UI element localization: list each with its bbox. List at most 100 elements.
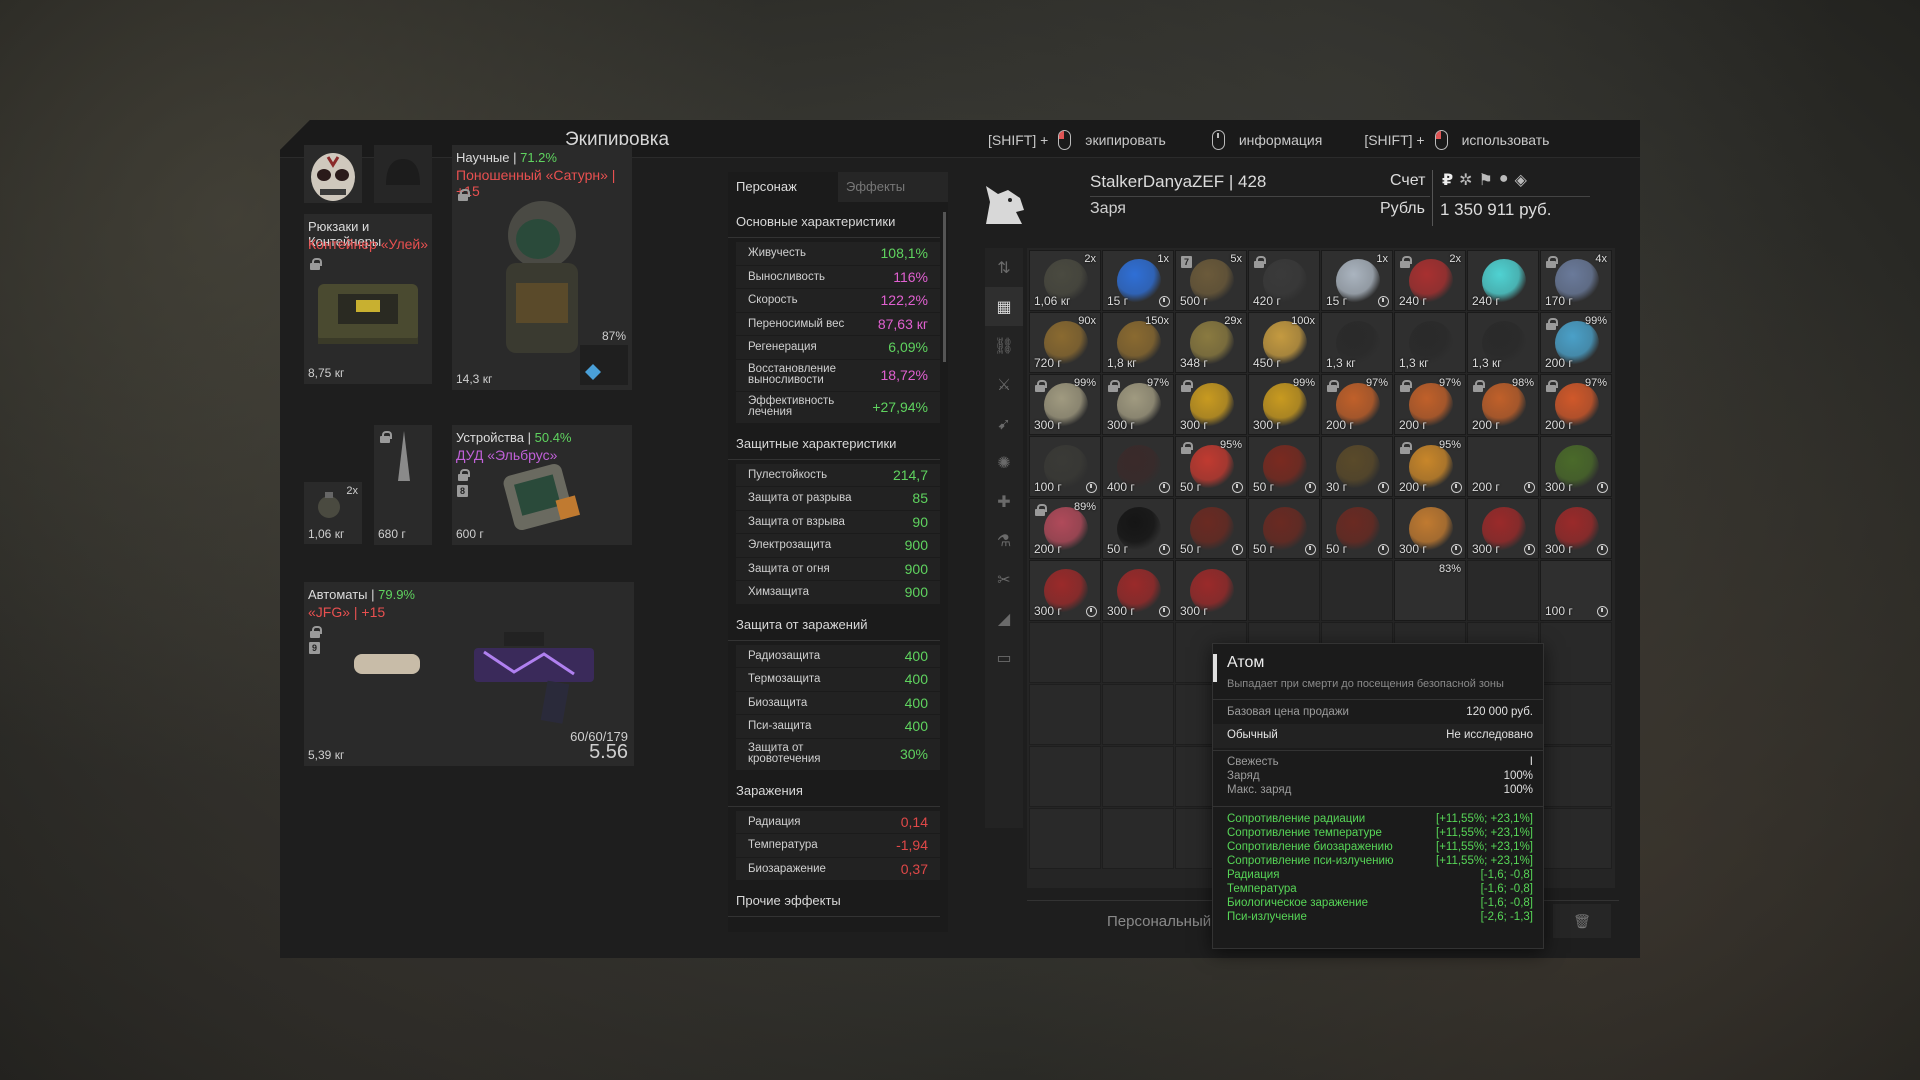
inventory-item[interactable]: 100x 450 г (1248, 312, 1320, 373)
inventory-item[interactable]: 420 г (1248, 250, 1320, 311)
item-count: 97% (1438, 377, 1461, 389)
personal-storage-tab[interactable]: Персональный с (1107, 913, 1223, 930)
inventory-item[interactable]: 150x 1,8 кг (1102, 312, 1174, 373)
tab-effects[interactable]: Эффекты (838, 172, 948, 202)
inventory-item[interactable]: 1,3 кг (1394, 312, 1466, 373)
empty-inventory-cell[interactable] (1102, 622, 1174, 683)
medkit-filter-icon[interactable]: ✚ (985, 482, 1023, 521)
inventory-item[interactable]: 1,3 кг (1467, 312, 1539, 373)
inventory-item[interactable]: 2x 1,06 кг (1029, 250, 1101, 311)
item-image (1409, 569, 1453, 613)
inventory-item[interactable]: 98% 200 г (1467, 374, 1539, 435)
inventory-item[interactable]: 300 г (1029, 560, 1101, 621)
inventory-item[interactable]: 300 г (1540, 498, 1612, 559)
inventory-item[interactable]: 50 г (1248, 436, 1320, 497)
inventory-item[interactable]: 1,3 кг (1321, 312, 1393, 373)
inventory-item[interactable]: 400 г (1102, 436, 1174, 497)
inventory-item[interactable]: 89% 200 г (1029, 498, 1101, 559)
grenade-slot[interactable]: 2x 1,06 кг (304, 482, 362, 544)
helmet-slot[interactable] (374, 145, 432, 203)
lock-icon (1473, 380, 1485, 392)
stat-label: Восстановление выносливости (748, 363, 836, 386)
inventory-item[interactable]: 90x 720 г (1029, 312, 1101, 373)
inventory-item[interactable]: 99% 300 г (1248, 374, 1320, 435)
inventory-item[interactable]: 29x 348 г (1175, 312, 1247, 373)
inventory-item[interactable]: 200 г (1467, 436, 1539, 497)
link-icon[interactable]: ⛓ (985, 326, 1023, 365)
inventory-item[interactable]: 97% 200 г (1394, 374, 1466, 435)
empty-inventory-cell[interactable] (1029, 746, 1101, 807)
inventory-item[interactable]: 50 г (1321, 498, 1393, 559)
backpack-slot[interactable]: Рюкзаки и Контейнеры Контейнер «Улей» 8,… (304, 214, 432, 384)
inventory-item[interactable]: 99% 300 г (1029, 374, 1101, 435)
empty-inventory-cell[interactable] (1467, 560, 1539, 621)
stat-value: 0,14 (900, 813, 928, 830)
inventory-item[interactable]: 97% 200 г (1540, 374, 1612, 435)
food-filter-icon[interactable]: ⚗ (985, 521, 1023, 560)
inventory-item[interactable]: 50 г (1102, 498, 1174, 559)
inventory-item[interactable]: 300 г (1102, 560, 1174, 621)
token-currency-icon[interactable]: ◈ (1515, 170, 1527, 190)
trash-button[interactable]: 🗑 (1553, 904, 1611, 938)
sort-icon[interactable]: ⇅ (985, 248, 1023, 287)
gear-currency-icon[interactable]: ✲ (1459, 170, 1472, 190)
empty-inventory-cell[interactable] (1540, 622, 1612, 683)
knife-slot[interactable]: 680 г (374, 425, 432, 545)
inventory-item[interactable]: 95% 50 г (1175, 436, 1247, 497)
item-weight: 200 г (1545, 356, 1573, 370)
empty-inventory-cell[interactable] (1029, 808, 1101, 869)
inventory-item[interactable]: 97% 300 г (1102, 374, 1174, 435)
empty-inventory-cell[interactable] (1540, 808, 1612, 869)
empty-inventory-cell[interactable] (1102, 684, 1174, 745)
box-filter-icon[interactable]: ▭ (985, 638, 1023, 677)
stats-scrollbar[interactable] (943, 212, 946, 362)
empty-inventory-cell[interactable] (1248, 560, 1320, 621)
empty-inventory-cell[interactable] (1029, 622, 1101, 683)
empty-inventory-cell[interactable] (1321, 560, 1393, 621)
inventory-item[interactable]: 50 г (1175, 498, 1247, 559)
inventory-item[interactable]: 240 г (1467, 250, 1539, 311)
inventory-item[interactable]: 100 г (1540, 560, 1612, 621)
empty-inventory-cell[interactable] (1540, 746, 1612, 807)
inventory-item[interactable]: 97% 200 г (1321, 374, 1393, 435)
inventory-item[interactable]: 100 г (1029, 436, 1101, 497)
misc-filter-icon[interactable]: ◢ (985, 599, 1023, 638)
empty-inventory-cell[interactable] (1102, 746, 1174, 807)
inventory-item[interactable]: 83% (1394, 560, 1466, 621)
inventory-item[interactable]: 1x 15 г (1321, 250, 1393, 311)
timer-icon (1232, 544, 1243, 555)
tools-filter-icon[interactable]: ✂ (985, 560, 1023, 599)
armor-module-slot[interactable]: 87% (580, 329, 628, 385)
face-slot[interactable] (304, 145, 362, 203)
grid-all-icon[interactable]: ▦ (985, 287, 1023, 326)
device-slot[interactable]: Устройства | 50.4% ДУД «Эльбрус» 8 600 г (452, 425, 632, 545)
tab-character[interactable]: Персонаж (728, 172, 838, 202)
inventory-item[interactable]: 99% 200 г (1540, 312, 1612, 373)
ammo-filter-icon[interactable]: ➹ (985, 404, 1023, 443)
inventory-item[interactable]: 300 г (1394, 498, 1466, 559)
inventory-item[interactable]: 30 г (1321, 436, 1393, 497)
tooltip-effect-label: Температура (1227, 883, 1297, 895)
inventory-item[interactable]: 2x 240 г (1394, 250, 1466, 311)
helmet-icon (386, 159, 420, 185)
coin-currency-icon[interactable]: ● (1499, 170, 1509, 190)
inventory-item[interactable]: 4x 170 г (1540, 250, 1612, 311)
armor-slot[interactable]: Научные | 71.2% Поношенный «Сатурн» | +1… (452, 145, 632, 390)
inventory-item[interactable]: 1x 15 г (1102, 250, 1174, 311)
empty-inventory-cell[interactable] (1102, 808, 1174, 869)
empty-inventory-cell[interactable] (1540, 684, 1612, 745)
stat-value: 400 (904, 694, 928, 711)
artifact-filter-icon[interactable]: ✺ (985, 443, 1023, 482)
inventory-item[interactable]: 300 г (1175, 374, 1247, 435)
inventory-item[interactable]: 300 г (1175, 560, 1247, 621)
inventory-item[interactable]: 300 г (1540, 436, 1612, 497)
ruble-icon[interactable]: ₽ (1442, 170, 1453, 190)
inventory-item[interactable]: 300 г (1467, 498, 1539, 559)
weapon-slot[interactable]: Автоматы | 79.9% «JFG» | +15 9 60/60/179… (304, 582, 634, 766)
bottle-currency-icon[interactable]: ⚑ (1479, 170, 1493, 190)
empty-inventory-cell[interactable] (1029, 684, 1101, 745)
inventory-item[interactable]: 7 5x 500 г (1175, 250, 1247, 311)
inventory-item[interactable]: 95% 200 г (1394, 436, 1466, 497)
inventory-item[interactable]: 50 г (1248, 498, 1320, 559)
knife-filter-icon[interactable]: ⚔ (985, 365, 1023, 404)
